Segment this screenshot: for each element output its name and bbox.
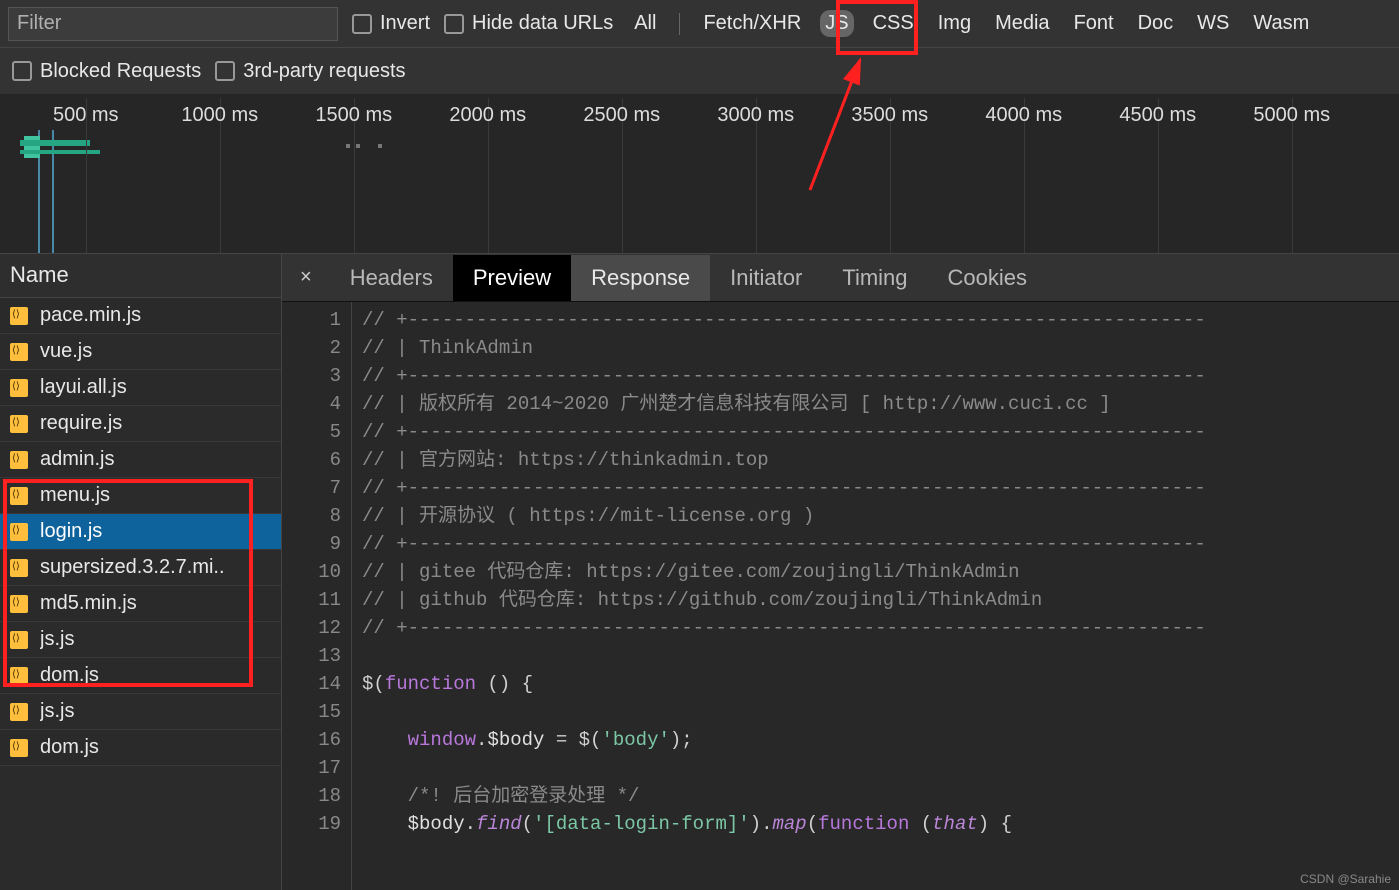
detail-tab-initiator[interactable]: Initiator bbox=[710, 255, 822, 301]
request-detail-panel: × HeadersPreviewResponseInitiatorTimingC… bbox=[282, 254, 1399, 890]
name-column-header[interactable]: Name bbox=[0, 254, 281, 298]
third-party-checkbox[interactable]: 3rd-party requests bbox=[215, 60, 405, 83]
type-filter-media[interactable]: Media bbox=[990, 10, 1054, 37]
request-row[interactable]: require.js bbox=[0, 406, 281, 442]
request-name: md5.min.js bbox=[40, 592, 137, 615]
timeline-tick: 4500 ms bbox=[1119, 104, 1196, 127]
timeline-tick: 2000 ms bbox=[449, 104, 526, 127]
type-filter-img[interactable]: Img bbox=[933, 10, 976, 37]
checkbox-icon bbox=[444, 14, 464, 34]
timeline-tick: 3500 ms bbox=[851, 104, 928, 127]
timeline-tick: 4000 ms bbox=[985, 104, 1062, 127]
checkbox-icon bbox=[352, 14, 372, 34]
checkbox-icon bbox=[215, 61, 235, 81]
request-row[interactable]: layui.all.js bbox=[0, 370, 281, 406]
request-row[interactable]: menu.js bbox=[0, 478, 281, 514]
hide-data-urls-checkbox[interactable]: Hide data URLs bbox=[444, 12, 613, 35]
type-filter-all[interactable]: All bbox=[629, 10, 661, 37]
type-filter-wasm[interactable]: Wasm bbox=[1248, 10, 1314, 37]
invert-label: Invert bbox=[380, 12, 430, 35]
detail-tab-bar: × HeadersPreviewResponseInitiatorTimingC… bbox=[282, 254, 1399, 302]
request-name: pace.min.js bbox=[40, 304, 141, 327]
js-file-icon bbox=[10, 595, 28, 613]
checkbox-icon bbox=[12, 61, 32, 81]
js-file-icon bbox=[10, 703, 28, 721]
detail-tab-response[interactable]: Response bbox=[571, 255, 710, 301]
type-filter-js[interactable]: JS bbox=[820, 10, 853, 37]
timeline-tick: 2500 ms bbox=[583, 104, 660, 127]
request-row[interactable]: admin.js bbox=[0, 442, 281, 478]
timeline-tick: 5000 ms bbox=[1253, 104, 1330, 127]
detail-tab-preview[interactable]: Preview bbox=[453, 255, 571, 301]
js-file-icon bbox=[10, 343, 28, 361]
line-gutter: 12345678910111213141516171819 bbox=[282, 302, 352, 890]
request-list[interactable]: pace.min.js vue.js layui.all.js require.js a… bbox=[0, 298, 281, 890]
type-filter-doc[interactable]: Doc bbox=[1133, 10, 1179, 37]
request-row[interactable]: pace.min.js bbox=[0, 298, 281, 334]
detail-tab-timing[interactable]: Timing bbox=[822, 255, 927, 301]
timeline-tick: 1000 ms bbox=[181, 104, 258, 127]
type-filter-fetchxhr[interactable]: Fetch/XHR bbox=[698, 10, 806, 37]
close-icon[interactable]: × bbox=[282, 266, 330, 289]
js-file-icon bbox=[10, 451, 28, 469]
request-name: vue.js bbox=[40, 340, 92, 363]
request-name: menu.js bbox=[40, 484, 110, 507]
js-file-icon bbox=[10, 487, 28, 505]
timeline-tick: 1500 ms bbox=[315, 104, 392, 127]
request-row[interactable]: login.js bbox=[0, 514, 281, 550]
timeline-tick: 500 ms bbox=[53, 104, 119, 127]
request-list-panel: Name pace.min.js vue.js layui.all.js requir… bbox=[0, 254, 282, 890]
request-name: login.js bbox=[40, 520, 102, 543]
filter-input[interactable] bbox=[8, 7, 338, 41]
js-file-icon bbox=[10, 559, 28, 577]
js-file-icon bbox=[10, 667, 28, 685]
js-file-icon bbox=[10, 379, 28, 397]
type-filter-ws[interactable]: WS bbox=[1192, 10, 1234, 37]
request-name: layui.all.js bbox=[40, 376, 127, 399]
request-row[interactable]: md5.min.js bbox=[0, 586, 281, 622]
js-file-icon bbox=[10, 307, 28, 325]
type-filter-bar: All Fetch/XHR JS CSS Img Media Font Doc WS Wasm bbox=[629, 10, 1314, 37]
blocked-requests-checkbox[interactable]: Blocked Requests bbox=[12, 60, 201, 83]
network-toolbar: Invert Hide data URLs All Fetch/XHR JS CSS I… bbox=[0, 0, 1399, 48]
request-name: dom.js bbox=[40, 664, 99, 687]
detail-tab-cookies[interactable]: Cookies bbox=[928, 255, 1047, 301]
preview-source[interactable]: 12345678910111213141516171819 // +------… bbox=[282, 302, 1399, 890]
timeline-tick: 3000 ms bbox=[717, 104, 794, 127]
timeline-overview[interactable]: 500 ms 1000 ms 1500 ms 2000 ms 2500 ms 3000 m… bbox=[0, 94, 1399, 254]
blocked-requests-label: Blocked Requests bbox=[40, 60, 201, 83]
js-file-icon bbox=[10, 739, 28, 757]
request-row[interactable]: supersized.3.2.7.mi.. bbox=[0, 550, 281, 586]
type-filter-css[interactable]: CSS bbox=[868, 10, 919, 37]
request-row[interactable]: dom.js bbox=[0, 730, 281, 766]
js-file-icon bbox=[10, 631, 28, 649]
request-name: js.js bbox=[40, 628, 74, 651]
type-filter-font[interactable]: Font bbox=[1069, 10, 1119, 37]
hide-data-urls-label: Hide data URLs bbox=[472, 12, 613, 35]
watermark: CSDN @Sarahie bbox=[1300, 872, 1391, 886]
request-name: require.js bbox=[40, 412, 122, 435]
request-name: admin.js bbox=[40, 448, 114, 471]
request-name: dom.js bbox=[40, 736, 99, 759]
detail-tab-headers[interactable]: Headers bbox=[330, 255, 453, 301]
network-toolbar-2: Blocked Requests 3rd-party requests bbox=[0, 48, 1399, 94]
third-party-label: 3rd-party requests bbox=[243, 60, 405, 83]
source-code: // +------------------------------------… bbox=[352, 302, 1206, 890]
request-row[interactable]: dom.js bbox=[0, 658, 281, 694]
request-row[interactable]: vue.js bbox=[0, 334, 281, 370]
request-row[interactable]: js.js bbox=[0, 694, 281, 730]
request-name: supersized.3.2.7.mi.. bbox=[40, 556, 225, 579]
js-file-icon bbox=[10, 415, 28, 433]
request-name: js.js bbox=[40, 700, 74, 723]
js-file-icon bbox=[10, 523, 28, 541]
invert-checkbox[interactable]: Invert bbox=[352, 12, 430, 35]
main-split: Name pace.min.js vue.js layui.all.js requir… bbox=[0, 254, 1399, 890]
request-row[interactable]: js.js bbox=[0, 622, 281, 658]
